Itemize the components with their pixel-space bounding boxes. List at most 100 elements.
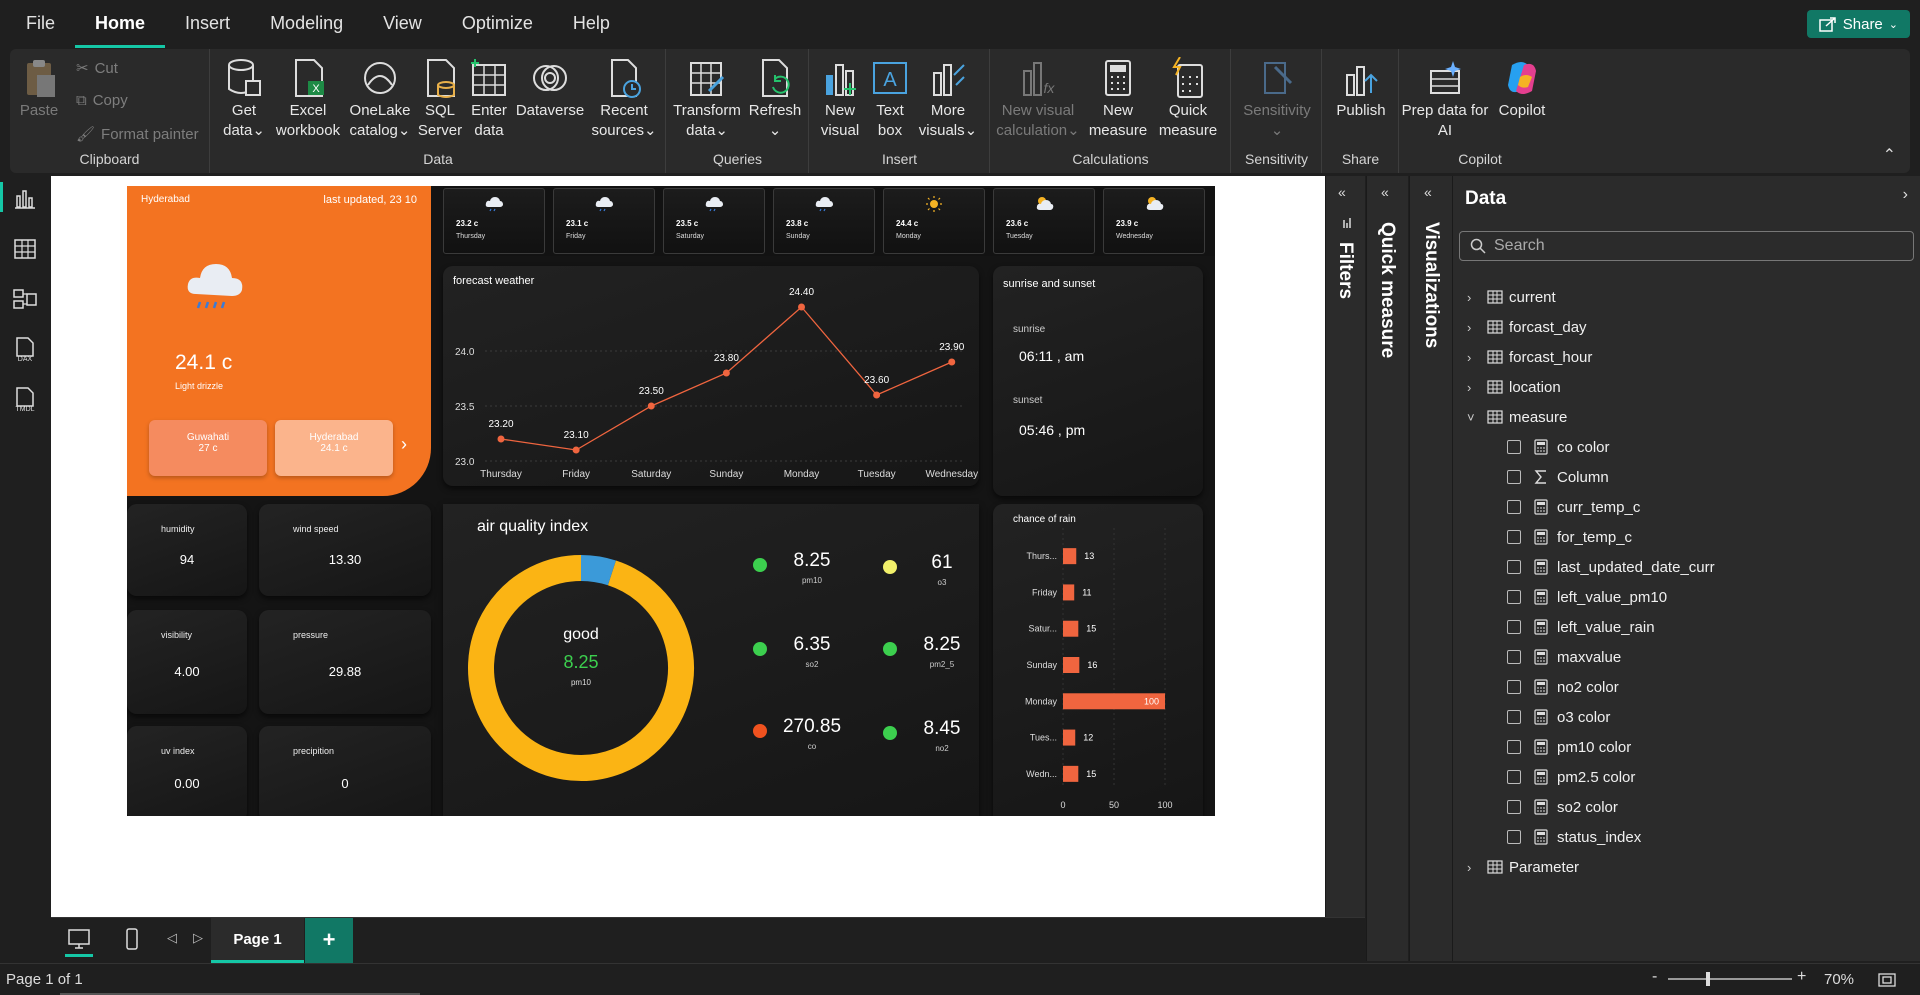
daily-forecast-card[interactable]: 23.9 c Wednesday [1103, 188, 1205, 254]
forecast-weather-card[interactable]: forecast weather 23.0 23.5 24.0 23.20 Thursda… [443, 266, 979, 486]
daily-forecast-card[interactable]: 23.6 c Tuesday [993, 188, 1095, 254]
tree-field[interactable]: left_value_pm10 [1507, 582, 1907, 612]
tree-table-forcast-day[interactable]: › forcast_day [1467, 312, 1907, 342]
dax-query-view-icon[interactable]: DAX [12, 336, 38, 362]
share-button[interactable]: Share ⌄ [1806, 10, 1910, 38]
data-pane[interactable]: Data › Search › current › forcast_day › forca… [1452, 176, 1920, 961]
tree-field[interactable]: no2 color [1507, 672, 1907, 702]
tree-field[interactable]: co color [1507, 432, 1907, 462]
field-checkbox[interactable] [1507, 710, 1521, 724]
daily-forecast-card[interactable]: 24.4 c Monday [883, 188, 985, 254]
tree-table-parameter[interactable]: › Parameter [1467, 852, 1907, 882]
collapse-quick-measure-icon[interactable]: « [1381, 184, 1389, 200]
get-data-button[interactable]: Get data⌄ [219, 57, 269, 141]
city-button-guwahati[interactable]: Guwahati 27 c [149, 420, 267, 476]
field-checkbox[interactable] [1507, 650, 1521, 664]
page-tab-page-1[interactable]: Page 1 [211, 918, 304, 963]
chance-of-rain-card[interactable]: chance of rain 0 50 100 Thurs... 13 Friday 11 Sa… [993, 504, 1203, 816]
onelake-catalog-button[interactable]: OneLake catalog⌄ [347, 57, 413, 141]
copilot-button[interactable]: Copilot [1492, 57, 1552, 121]
field-checkbox[interactable] [1507, 620, 1521, 634]
menu-home[interactable]: Home [75, 0, 166, 48]
filters-pane[interactable]: « Filters [1325, 176, 1365, 961]
excel-workbook-button[interactable]: X Excel workbook [273, 57, 343, 141]
tree-field[interactable]: for_temp_c [1507, 522, 1907, 552]
field-checkbox[interactable] [1507, 830, 1521, 844]
visualizations-pane[interactable]: « Visualizations [1409, 176, 1452, 961]
collapse-visualizations-icon[interactable]: « [1424, 184, 1432, 200]
add-page-button[interactable]: + [305, 918, 353, 963]
report-view-icon[interactable] [12, 186, 38, 212]
tree-table-current[interactable]: › current [1467, 282, 1907, 312]
copy-button[interactable]: ⧉ Copy [76, 92, 128, 109]
prev-page-icon[interactable]: ◁ [167, 930, 177, 946]
field-checkbox[interactable] [1507, 440, 1521, 454]
sensitivity-button[interactable]: Sensitivity ⌄ [1234, 57, 1320, 141]
zoom-in-icon[interactable]: + [1797, 968, 1806, 986]
field-checkbox[interactable] [1507, 470, 1521, 484]
chevron-right-icon[interactable]: › [1467, 860, 1481, 875]
tree-field[interactable]: pm2.5 color [1507, 762, 1907, 792]
daily-forecast-card[interactable]: 23.8 c Sunday [773, 188, 875, 254]
tree-field[interactable]: o3 color [1507, 702, 1907, 732]
tree-table-location[interactable]: › location [1467, 372, 1907, 402]
menu-modeling[interactable]: Modeling [250, 0, 363, 48]
daily-forecast-card[interactable]: 23.5 c Saturday [663, 188, 765, 254]
mobile-layout-icon[interactable] [125, 927, 139, 951]
sql-server-button[interactable]: SQL Server [417, 57, 463, 141]
collapse-filters-icon[interactable]: « [1338, 184, 1346, 200]
field-checkbox[interactable] [1507, 740, 1521, 754]
format-painter-button[interactable]: 🖌 Format painter [76, 125, 199, 144]
collapse-ribbon-icon[interactable]: ⌃ [1883, 145, 1896, 165]
metric-tile[interactable]: visibility 4.00 [127, 610, 247, 714]
menu-help[interactable]: Help [553, 0, 630, 48]
chevron-right-icon[interactable]: › [1467, 320, 1481, 335]
aqi-card[interactable]: air quality index good 8.25 pm10 8.25 pm1… [443, 504, 979, 816]
tree-field[interactable]: maxvalue [1507, 642, 1907, 672]
metric-tile[interactable]: wind speed 13.30 [259, 504, 431, 596]
next-page-icon[interactable]: ▷ [193, 930, 203, 946]
zoom-out-icon[interactable]: - [1652, 968, 1657, 986]
quick-measure-button[interactable]: Quick measure [1155, 57, 1221, 141]
data-search-box[interactable]: Search [1459, 231, 1914, 261]
new-visual-calculation-button[interactable]: fx New visual calculation⌄ [995, 57, 1081, 141]
more-visuals-button[interactable]: More visuals⌄ [916, 57, 980, 141]
text-box-button[interactable]: A Text box [868, 57, 912, 141]
weather-dashboard[interactable]: Hyderabad last updated, 23 10 24.1 c Lig… [127, 186, 1215, 816]
collapse-data-pane-icon[interactable]: › [1903, 186, 1908, 204]
field-checkbox[interactable] [1507, 560, 1521, 574]
daily-forecast-card[interactable]: 23.1 c Friday [553, 188, 655, 254]
field-checkbox[interactable] [1507, 500, 1521, 514]
transform-data-button[interactable]: Transform data⌄ [671, 57, 743, 141]
chevron-down-icon[interactable]: ˅ [1467, 410, 1481, 425]
new-visual-button[interactable]: New visual [816, 57, 864, 141]
menu-insert[interactable]: Insert [165, 0, 250, 48]
model-view-icon[interactable] [12, 286, 38, 312]
quick-measure-pane[interactable]: « Quick measure [1366, 176, 1408, 961]
tree-field[interactable]: Column [1507, 462, 1907, 492]
chevron-right-icon[interactable]: › [1467, 290, 1481, 305]
field-checkbox[interactable] [1507, 530, 1521, 544]
tree-table-forcast-hour[interactable]: › forcast_hour [1467, 342, 1907, 372]
sunrise-sunset-card[interactable]: sunrise and sunset sunrise 06:11 , am su… [993, 266, 1203, 496]
prep-data-ai-button[interactable]: Prep data for AI [1400, 57, 1490, 141]
field-checkbox[interactable] [1507, 800, 1521, 814]
cut-button[interactable]: ✂ Cut [76, 59, 118, 78]
metric-tile[interactable]: pressure 29.88 [259, 610, 431, 714]
table-view-icon[interactable] [12, 236, 38, 262]
metric-tile[interactable]: uv index 0.00 [127, 726, 247, 816]
zoom-slider-thumb[interactable] [1706, 972, 1710, 986]
refresh-button[interactable]: Refresh ⌄ [747, 57, 803, 141]
tree-field[interactable]: so2 color [1507, 792, 1907, 822]
tree-field[interactable]: status_index [1507, 822, 1907, 852]
daily-forecast-card[interactable]: 23.2 c Thursday [443, 188, 545, 254]
fit-to-page-icon[interactable] [1878, 972, 1896, 988]
enter-data-button[interactable]: Enter data [467, 57, 511, 141]
metric-tile[interactable]: precipition 0 [259, 726, 431, 816]
current-weather-card[interactable]: Hyderabad last updated, 23 10 24.1 c Lig… [127, 186, 431, 496]
dataverse-button[interactable]: Dataverse [515, 57, 585, 121]
recent-sources-button[interactable]: Recent sources⌄ [589, 57, 659, 141]
chevron-right-icon[interactable]: › [401, 434, 407, 455]
menu-view[interactable]: View [363, 0, 442, 48]
tree-field[interactable]: last_updated_date_curr [1507, 552, 1907, 582]
